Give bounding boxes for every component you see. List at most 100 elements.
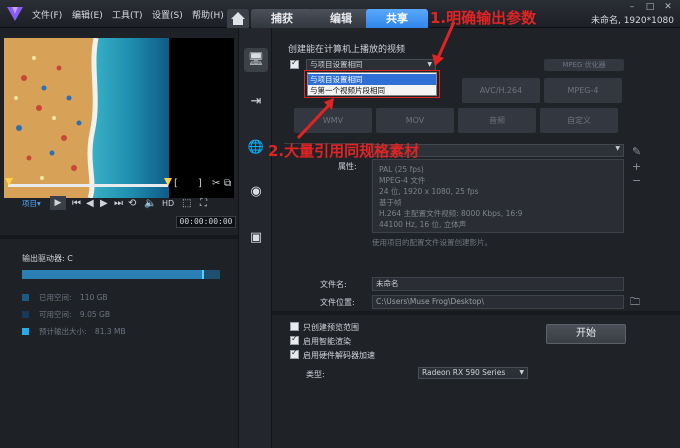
drive-usage-bar <box>22 270 220 279</box>
project-clip-toggle[interactable]: 项目▾ <box>22 198 41 209</box>
fullscreen-icon[interactable]: ⛶ <box>200 198 207 209</box>
play-icon[interactable]: ▶ <box>50 196 66 210</box>
device-icon[interactable]: ⇥ <box>244 90 268 114</box>
aspect-icon[interactable]: ⬚ <box>182 198 191 209</box>
web-globe-icon[interactable]: 🌐 <box>244 136 268 160</box>
menu-file[interactable]: 文件(F) <box>32 8 62 21</box>
skip-end-icon[interactable]: ⏭ <box>114 198 123 209</box>
computer-icon[interactable]: 🖥 <box>244 48 268 72</box>
edit-pencil-icon[interactable]: ✎ <box>632 145 641 158</box>
tab-capture[interactable]: 捕获 <box>251 9 313 28</box>
location-label: 文件位置: <box>320 298 355 307</box>
property-line: 24 位, 1920 x 1080, 25 fps <box>379 187 479 196</box>
annotation-arrow-2 <box>296 98 334 140</box>
zoom-icon[interactable]: ⧉ <box>224 178 231 189</box>
smart-render-checkbox[interactable] <box>290 334 299 345</box>
location-input[interactable]: C:\Users\Muse Frog\Desktop\ <box>372 295 624 309</box>
profile-hint: 使用项目的配置文件设置创建影片。 <box>372 238 492 247</box>
option-hw-decoder[interactable]: 启用硬件解码器加速 <box>290 348 375 361</box>
volume-icon[interactable]: 🔈 <box>144 198 156 209</box>
profile-combo-value: 与项目设置相同 <box>310 60 363 69</box>
legend-estimate: 预计输出大小: 81.3 MB <box>22 326 126 337</box>
repeat-icon[interactable]: ⟲ <box>128 198 136 209</box>
format-mpeg4[interactable]: MPEG-4 <box>544 78 622 103</box>
home-tab[interactable] <box>227 9 249 28</box>
tab-edit[interactable]: 编辑 <box>310 9 372 28</box>
filename-label: 文件名: <box>320 280 347 289</box>
legend-free: 可用空间: 9.05 GB <box>22 309 110 320</box>
tab-share[interactable]: 共享 <box>366 9 428 28</box>
section-title: 创建能在计算机上播放的视频 <box>288 45 406 55</box>
profile-chevron-icon: ▼ <box>615 145 620 152</box>
start-button[interactable]: 开始 <box>546 324 626 344</box>
timeline-end-marker-icon[interactable] <box>163 178 173 188</box>
legend-free-swatch <box>22 311 29 318</box>
3d-icon[interactable]: ▣ <box>244 226 268 250</box>
gpu-chevron-icon: ▼ <box>519 369 524 376</box>
format-custom[interactable]: 自定义 <box>540 108 618 133</box>
menu-tools[interactable]: 工具(T) <box>112 8 143 21</box>
gpu-type-value: Radeon RX 590 Series <box>422 368 506 377</box>
filename-input[interactable]: 未命名 <box>372 277 624 291</box>
close-icon[interactable]: ✕ <box>660 2 676 12</box>
timeline-track[interactable] <box>8 184 168 187</box>
options-divider <box>272 311 680 315</box>
property-line: H.264 主配置文件视频: 8000 Kbps, 16:9 <box>379 209 523 218</box>
properties-label: 属性: <box>338 162 357 171</box>
property-line: 基于帧 <box>379 198 402 207</box>
disc-icon[interactable]: ◉ <box>244 180 268 204</box>
legend-used-value: 110 GB <box>79 293 108 302</box>
project-title-info: 未命名, 1920*1080 <box>590 16 674 26</box>
legend-used: 已用空间: 110 GB <box>22 292 108 303</box>
folder-icon[interactable]: 🗀 <box>630 295 640 312</box>
menu-settings[interactable]: 设置(S) <box>152 8 183 21</box>
output-drive-label: 输出驱动器: C <box>22 254 73 263</box>
gpu-type-select[interactable]: Radeon RX 590 Series ▼ <box>418 367 528 379</box>
type-label: 类型: <box>306 370 325 379</box>
legend-estimate-swatch <box>22 328 29 335</box>
maximize-icon[interactable]: □ <box>642 2 658 12</box>
mpeg-optimizer-button[interactable]: MPEG 优化器 <box>544 59 624 71</box>
property-line: 44100 Hz, 16 位, 立体声 <box>379 220 467 229</box>
hd-toggle[interactable]: HD <box>162 199 174 208</box>
property-line: PAL (25 fps) <box>379 165 424 174</box>
preview-image <box>4 38 169 198</box>
menu-bar: 文件(F) 编辑(E) 工具(T) 设置(S) 帮助(H) 捕获 编辑 共享 –… <box>0 0 680 28</box>
step-back-icon[interactable]: ◀ <box>86 198 94 209</box>
smart-render-label: 启用智能渲染 <box>303 337 351 346</box>
profile-checkbox[interactable] <box>290 58 299 69</box>
mark-out-bracket[interactable]: ] <box>198 178 202 189</box>
menu-help[interactable]: 帮助(H) <box>192 8 224 21</box>
minimize-icon[interactable]: – <box>624 2 640 12</box>
scissors-icon[interactable]: ✂ <box>212 178 220 189</box>
legend-estimate-value: 81.3 MB <box>94 327 126 336</box>
highlight-box <box>304 70 440 98</box>
preview-range-checkbox[interactable] <box>290 322 299 331</box>
share-category-rail: 🖥 ⇥ 🌐 ◉ ▣ <box>238 28 272 448</box>
option-preview-range[interactable]: 只创建预览范围 <box>290 322 359 333</box>
app-logo-icon <box>7 7 23 21</box>
legend-free-value: 9.05 GB <box>79 310 110 319</box>
timeline-start-marker-icon[interactable] <box>4 178 14 188</box>
hw-decoder-checkbox[interactable] <box>290 348 299 359</box>
step-forward-icon[interactable]: ▶ <box>100 198 108 209</box>
mark-in-bracket[interactable]: [ <box>174 178 178 189</box>
share-settings-panel: 创建能在计算机上播放的视频 与项目设置相同 ▼ MPEG 优化器 AVC/H.2… <box>272 28 680 448</box>
annotation-2: 2.大量引用同规格素材 <box>268 142 420 160</box>
skip-start-icon[interactable]: ⏮ <box>72 198 81 209</box>
left-panel: [ ] ✂ ⧉ 项目▾ ▶ ⏮ ◀ ▶ ⏭ ⟲ 🔈 HD ⬚ ⛶ 00:00:0… <box>0 28 238 448</box>
properties-box: PAL (25 fps) MPEG-4 文件 24 位, 1920 x 1080… <box>372 159 624 233</box>
menu-edit[interactable]: 编辑(E) <box>72 8 103 21</box>
format-avc[interactable]: AVC/H.264 <box>462 78 540 103</box>
drive-used-fill <box>22 270 205 279</box>
property-line: MPEG-4 文件 <box>379 176 426 185</box>
legend-estimate-label: 预计输出大小: <box>39 327 87 336</box>
format-mov[interactable]: MOV <box>376 108 454 133</box>
option-smart-render[interactable]: 启用智能渲染 <box>290 334 351 347</box>
format-audio[interactable]: 音频 <box>458 108 536 133</box>
annotation-1: 1.明确输出参数 <box>430 9 537 27</box>
remove-minus-icon[interactable]: − <box>632 174 641 187</box>
add-plus-icon[interactable]: + <box>632 160 641 173</box>
drive-estimate-mark <box>202 270 205 279</box>
timecode-display[interactable]: 00:00:00:00 <box>176 216 236 228</box>
